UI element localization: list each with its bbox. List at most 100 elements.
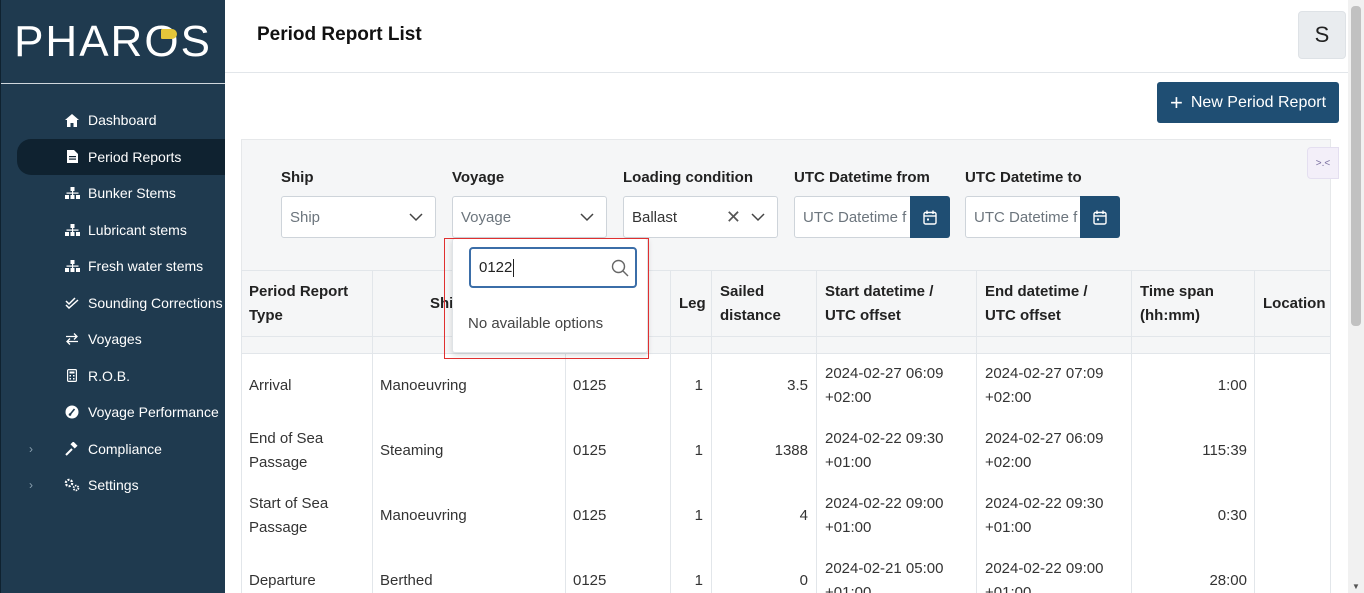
sidebar-item-settings[interactable]: › Settings — [1, 467, 225, 504]
side-panel-toggle-icon[interactable]: >.< — [1307, 147, 1339, 179]
sidebar-item-period-reports[interactable]: Period Reports — [17, 138, 225, 175]
cell-start: 2024-02-21 05:00 — [825, 560, 944, 577]
swap-icon — [64, 333, 80, 346]
cell-start-offset: +01:00 — [825, 584, 872, 593]
highlight-box — [444, 238, 649, 359]
sidebar-item-label: Fresh water stems — [88, 258, 204, 275]
cell-state: Steaming — [380, 442, 444, 459]
clear-icon[interactable]: ✕ — [726, 207, 741, 228]
cell-type-line2: Passage — [249, 519, 308, 536]
ship-select[interactable]: Ship — [281, 196, 436, 238]
column-header-leg[interactable]: Leg — [671, 270, 711, 336]
document-icon — [64, 150, 80, 164]
utc-to-input[interactable]: UTC Datetime f — [965, 196, 1083, 238]
cell-span: 1:00 — [1217, 377, 1247, 394]
cell-sailed: 3.5 — [787, 377, 808, 394]
loading-condition-value: Ballast — [632, 208, 678, 226]
column-header-type[interactable]: Period Report Type — [241, 270, 371, 336]
sidebar-item-dashboard[interactable]: Dashboard — [1, 102, 225, 139]
cell-start-offset: +02:00 — [825, 389, 872, 406]
sidebar-item-label: Period Reports — [88, 148, 182, 165]
column-header-end-datetime[interactable]: End datetime / UTC offset — [977, 270, 1127, 336]
sidebar-nav: Dashboard Period Reports Bunker Stems Lu… — [1, 102, 225, 504]
gauge-icon — [64, 405, 80, 419]
user-avatar-button[interactable]: S — [1298, 11, 1346, 59]
gavel-icon — [64, 441, 80, 456]
chevron-down-icon — [580, 213, 594, 222]
ship-select-placeholder: Ship — [290, 208, 321, 226]
chevron-right-icon: › — [29, 441, 33, 456]
cell-type-line2: Passage — [249, 454, 308, 471]
cell-start: 2024-02-22 09:00 — [825, 495, 944, 512]
cell-end-offset: +01:00 — [985, 519, 1032, 536]
scroll-down-arrow-icon[interactable]: ▼ — [1352, 582, 1360, 591]
column-header-sailed-distance[interactable]: Sailed distance — [712, 270, 802, 336]
utc-from-calendar-button[interactable] — [910, 196, 950, 238]
sidebar-item-label: Lubricant stems — [88, 221, 187, 238]
cell-end-offset: +02:00 — [985, 389, 1032, 406]
sidebar-item-rob[interactable]: R.O.B. — [1, 358, 225, 395]
cell-span: 28:00 — [1209, 572, 1247, 589]
column-header-start-datetime[interactable]: Start datetime / UTC offset — [817, 270, 975, 336]
page-scrollbar[interactable]: ▼ — [1348, 0, 1364, 593]
cell-type: Departure — [249, 572, 316, 589]
sidebar-item-sounding-corrections[interactable]: Sounding Corrections — [1, 285, 225, 322]
cell-voyage: 0125 — [573, 377, 607, 394]
cell-start-offset: +01:00 — [825, 519, 872, 536]
sidebar-item-lubricant-stems[interactable]: Lubricant stems — [1, 212, 225, 249]
cell-voyage: 0125 — [573, 442, 607, 459]
cell-state: Manoeuvring — [380, 507, 467, 524]
hierarchy-icon — [64, 223, 80, 236]
column-header-location[interactable]: Location — [1255, 270, 1331, 336]
utc-to-placeholder: UTC Datetime f — [974, 208, 1078, 226]
hierarchy-icon — [64, 187, 80, 200]
sidebar-item-label: Voyage Performance — [88, 404, 219, 421]
sidebar-item-fresh-water-stems[interactable]: Fresh water stems — [1, 248, 225, 285]
sidebar-item-bunker-stems[interactable]: Bunker Stems — [1, 175, 225, 212]
sidebar-item-label: Dashboard — [88, 112, 157, 129]
voyage-select[interactable]: Voyage — [452, 196, 607, 238]
sidebar-item-voyage-performance[interactable]: Voyage Performance — [1, 394, 225, 431]
cell-start: 2024-02-27 06:09 — [825, 365, 944, 382]
lighthouse-beam-icon — [161, 28, 178, 39]
voyage-filter-label: Voyage — [452, 169, 505, 186]
sidebar-item-voyages[interactable]: Voyages — [1, 321, 225, 358]
cell-leg: 1 — [694, 572, 703, 589]
utc-from-placeholder: UTC Datetime f — [803, 208, 907, 226]
new-period-report-button[interactable]: + New Period Report — [1157, 82, 1339, 123]
cell-type: End of Sea — [249, 430, 324, 447]
cell-span: 0:30 — [1217, 507, 1247, 524]
utc-to-label: UTC Datetime to — [965, 169, 1082, 186]
sidebar-item-label: R.O.B. — [88, 367, 131, 384]
cell-type: Start of Sea — [249, 495, 329, 512]
loading-condition-label: Loading condition — [623, 169, 753, 186]
cell-voyage: 0125 — [573, 507, 607, 524]
calendar-icon — [923, 210, 937, 225]
cell-end-offset: +01:00 — [985, 584, 1032, 593]
logo[interactable]: PHARO S — [1, 0, 225, 84]
voyage-select-placeholder: Voyage — [461, 208, 512, 226]
header: Period Report List S — [225, 0, 1348, 73]
cell-end: 2024-02-27 07:09 — [985, 365, 1104, 382]
cell-sailed: 1388 — [774, 442, 808, 459]
utc-to-calendar-button[interactable] — [1080, 196, 1120, 238]
home-icon — [64, 113, 80, 127]
app-root: PHARO S Dashboard Period Reports Bunker … — [0, 0, 1364, 593]
cell-leg: 1 — [694, 442, 703, 459]
cell-start: 2024-02-22 09:30 — [825, 430, 944, 447]
column-header-time-span[interactable]: Time span (hh:mm) — [1132, 270, 1252, 336]
chevron-down-icon — [409, 213, 423, 222]
utc-from-input[interactable]: UTC Datetime f — [794, 196, 912, 238]
loading-condition-select[interactable]: Ballast ✕ — [623, 196, 778, 238]
sidebar-item-compliance[interactable]: › Compliance — [1, 431, 225, 468]
cell-sailed: 0 — [799, 572, 808, 589]
scrollbar-thumb[interactable] — [1351, 6, 1361, 326]
cell-leg: 1 — [694, 507, 703, 524]
new-period-report-label: New Period Report — [1190, 93, 1327, 111]
plus-icon: + — [1169, 89, 1183, 115]
chevron-right-icon: › — [29, 478, 33, 493]
gears-icon — [64, 478, 80, 492]
chevron-down-icon — [751, 213, 765, 222]
logo-text: PHARO S — [14, 16, 212, 66]
cell-voyage: 0125 — [573, 572, 607, 589]
